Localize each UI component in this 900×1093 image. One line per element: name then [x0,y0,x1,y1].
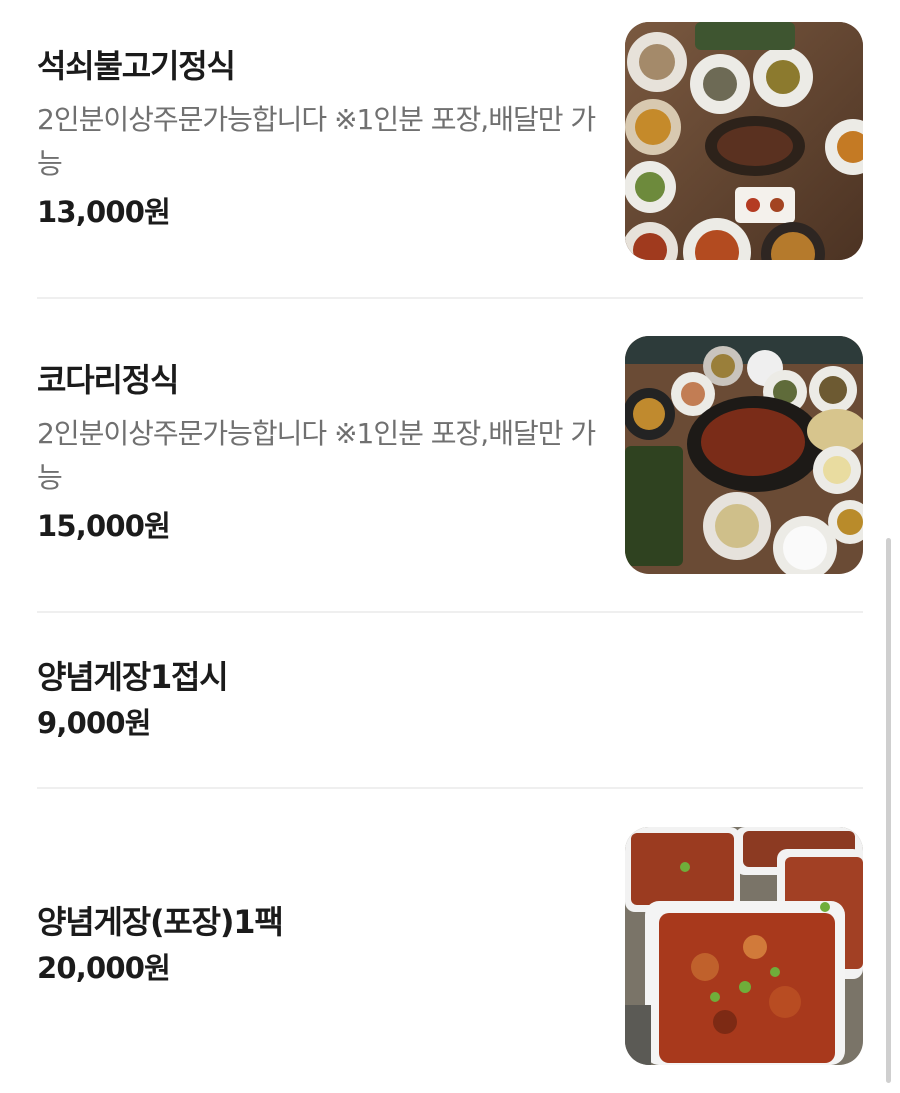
menu-item-text: 석쇠불고기정식 2인분이상주문가능합니다 ※1인분 포장,배달만 가능 13,0… [37,46,597,232]
divider [37,297,863,299]
food-photo-illustration [625,827,863,1065]
food-photo-illustration [625,336,863,574]
menu-item-text: 양념게장(포장)1팩 20,000원 [37,902,597,988]
menu-item-crab-takeout-pack[interactable]: 양념게장(포장)1팩 20,000원 [37,827,863,1067]
menu-item-photo-bulgogi[interactable] [625,22,863,260]
menu-item-codari-set[interactable]: 코다리정식 2인분이상주문가능합니다 ※1인분 포장,배달만 가능 15,000… [37,336,863,576]
menu-item-price: 9,000원 [37,706,151,740]
menu-item-text: 양념게장1접시 9,000원 [37,657,597,743]
menu-item-price: 13,000원 [37,195,171,229]
menu-item-price: 20,000원 [37,951,171,985]
menu-item-name: 석쇠불고기정식 [37,47,236,85]
menu-item-name: 코다리정식 [37,361,179,399]
menu-item-description: 2인분이상주문가능합니다 ※1인분 포장,배달만 가능 [37,103,596,180]
menu-item-photo-codari[interactable] [625,336,863,574]
menu-item-name: 양념게장(포장)1팩 [37,903,284,941]
menu-list: 석쇠불고기정식 2인분이상주문가능합니다 ※1인분 포장,배달만 가능 13,0… [0,0,900,1093]
menu-item-photo-crab-pack[interactable] [625,827,863,1065]
food-photo-illustration [625,22,863,260]
menu-item-bulgogi-set[interactable]: 석쇠불고기정식 2인분이상주문가능합니다 ※1인분 포장,배달만 가능 13,0… [37,22,863,262]
divider [37,611,863,613]
divider [37,787,863,789]
menu-item-name: 양념게장1접시 [37,658,229,696]
menu-item-text: 코다리정식 2인분이상주문가능합니다 ※1인분 포장,배달만 가능 15,000… [37,360,597,546]
scrollbar[interactable] [886,538,892,1083]
menu-item-crab-plate[interactable]: 양념게장1접시 9,000원 [37,652,863,752]
menu-item-price: 15,000원 [37,509,171,543]
menu-item-description: 2인분이상주문가능합니다 ※1인분 포장,배달만 가능 [37,417,596,494]
scrollbar-thumb[interactable] [886,538,891,1083]
